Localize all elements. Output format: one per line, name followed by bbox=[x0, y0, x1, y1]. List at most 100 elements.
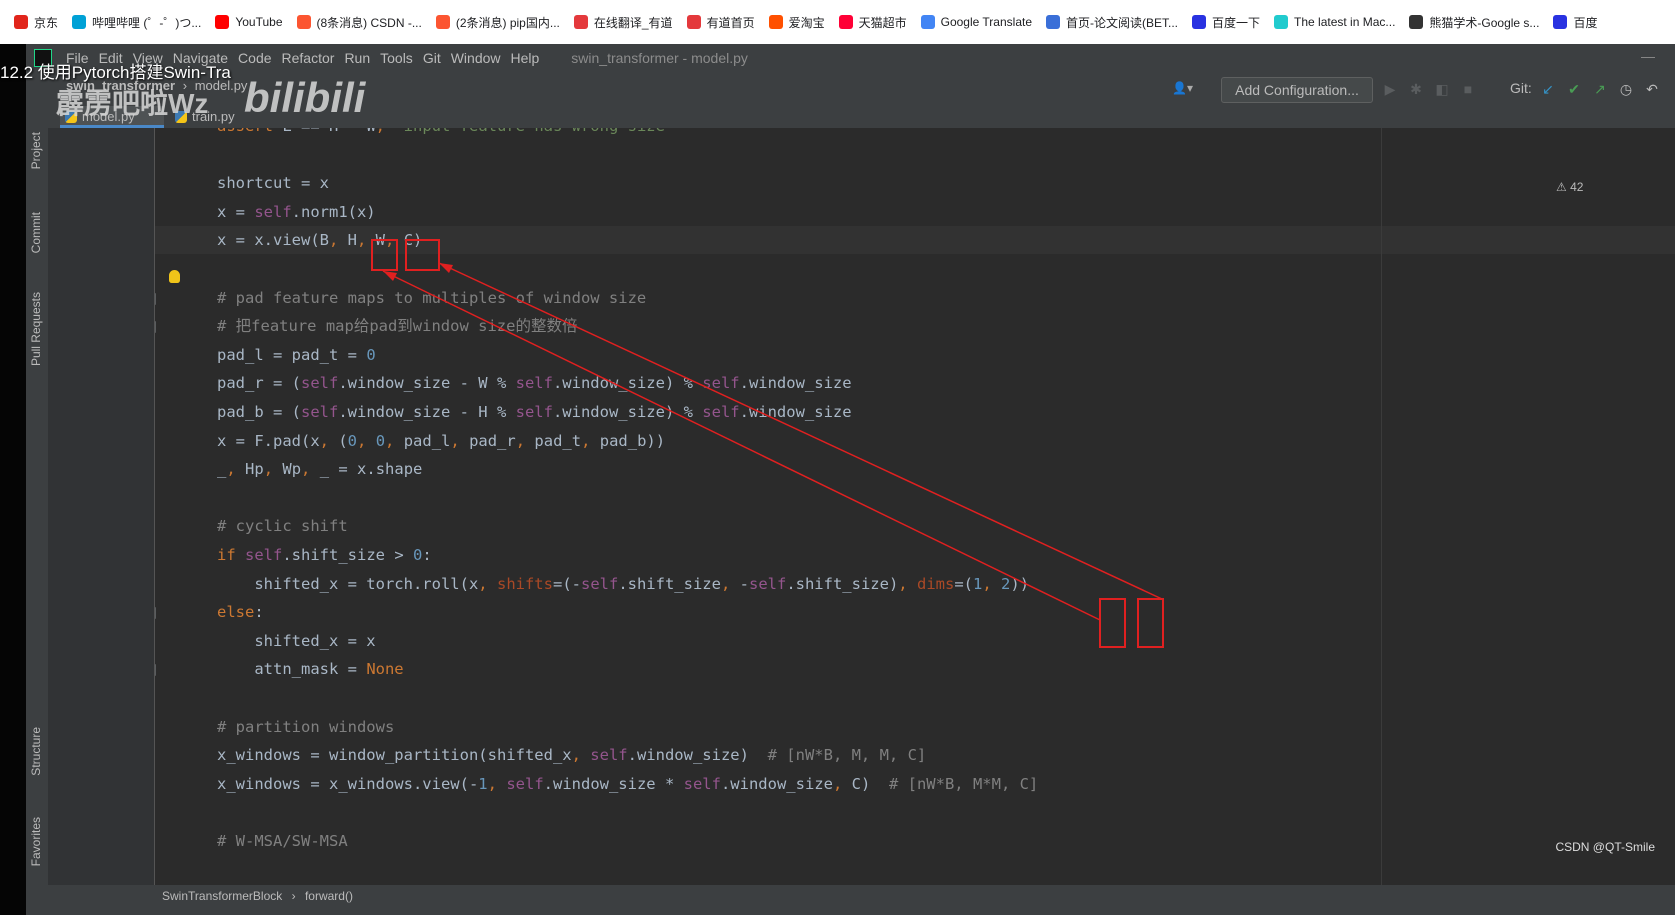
code-line[interactable]: 352# W-MSA/SW-MSA bbox=[155, 827, 1675, 855]
code-line[interactable]: 338x = F.pad(x, (0, 0, pad_l, pad_r, pad… bbox=[155, 427, 1675, 455]
code-line[interactable]: 351 bbox=[155, 798, 1675, 826]
fold-icon[interactable] bbox=[155, 664, 156, 677]
code-line[interactable]: 327assert L == H * W, "input feature has… bbox=[155, 128, 1675, 140]
bookmark-item[interactable]: 在线翻译_有道 bbox=[573, 14, 673, 31]
code-text[interactable]: x = F.pad(x, (0, 0, pad_l, pad_r, pad_t,… bbox=[217, 427, 665, 455]
code-text[interactable]: x = self.norm1(x) bbox=[217, 198, 376, 226]
code-line[interactable]: 339_, Hp, Wp, _ = x.shape bbox=[155, 455, 1675, 483]
code-text[interactable]: # partition windows bbox=[217, 713, 394, 741]
paper-icon bbox=[1046, 15, 1060, 29]
code-line[interactable]: 329shortcut = x bbox=[155, 169, 1675, 197]
menu-tools[interactable]: Tools bbox=[380, 50, 413, 66]
git-commit-icon[interactable]: ✔ bbox=[1566, 81, 1582, 97]
code-line[interactable]: 344else: bbox=[155, 598, 1675, 626]
code-text[interactable]: attn_mask = None bbox=[217, 655, 403, 683]
code-line[interactable]: 332 bbox=[155, 255, 1675, 283]
bookmark-item[interactable]: 百度 bbox=[1553, 14, 1597, 31]
code-text[interactable]: x_windows = window_partition(shifted_x, … bbox=[217, 741, 926, 769]
favorites-tool-button[interactable]: Favorites bbox=[29, 817, 43, 866]
code-line[interactable]: 349x_windows = window_partition(shifted_… bbox=[155, 741, 1675, 769]
code-text[interactable]: x_windows = x_windows.view(-1, self.wind… bbox=[217, 770, 1038, 798]
pull-requests-tool-button[interactable]: Pull Requests bbox=[29, 292, 43, 366]
git-push-icon[interactable]: ↗ bbox=[1592, 81, 1608, 97]
code-text[interactable]: pad_l = pad_t = 0 bbox=[217, 341, 376, 369]
code-text[interactable]: _, Hp, Wp, _ = x.shape bbox=[217, 455, 422, 483]
code-text[interactable]: shifted_x = x bbox=[217, 627, 375, 655]
history-icon[interactable]: ◷ bbox=[1618, 81, 1634, 97]
code-text[interactable]: else: bbox=[217, 598, 264, 626]
code-line[interactable]: 336pad_r = (self.window_size - W % self.… bbox=[155, 369, 1675, 397]
code-text[interactable]: assert L == H * W, "input feature has wr… bbox=[217, 128, 674, 140]
bookmark-item[interactable]: Google Translate bbox=[920, 15, 1032, 29]
code-line[interactable]: 350x_windows = x_windows.view(-1, self.w… bbox=[155, 770, 1675, 798]
rollback-icon[interactable]: ↶ bbox=[1644, 81, 1660, 97]
bookmark-item[interactable]: 天猫超市 bbox=[838, 14, 907, 31]
inspection-widget[interactable]: ⚠ 42 bbox=[1556, 180, 1583, 194]
crumb-class[interactable]: SwinTransformerBlock bbox=[162, 889, 282, 903]
run-icon[interactable]: ▶ bbox=[1382, 81, 1398, 97]
code-line[interactable]: 335pad_l = pad_t = 0 bbox=[155, 341, 1675, 369]
project-tool-button[interactable]: Project bbox=[29, 132, 43, 169]
code-line[interactable]: 333# pad feature maps to multiples of wi… bbox=[155, 284, 1675, 312]
code-text[interactable]: shifted_x = torch.roll(x, shifts=(-self.… bbox=[217, 570, 1029, 598]
bookmark-item[interactable]: YouTube bbox=[215, 15, 283, 29]
menu-window[interactable]: Window bbox=[451, 50, 501, 66]
debug-icon[interactable]: ✱ bbox=[1408, 81, 1424, 97]
structure-tool-button[interactable]: Structure bbox=[29, 727, 43, 776]
line-number-gutter bbox=[48, 128, 155, 885]
bookmark-label: 首页-论文阅读(BET... bbox=[1066, 15, 1179, 30]
code-line[interactable]: 342if self.shift_size > 0: bbox=[155, 541, 1675, 569]
bookmark-item[interactable]: (8条消息) CSDN -... bbox=[296, 14, 422, 31]
code-text[interactable]: # W-MSA/SW-MSA bbox=[217, 827, 348, 855]
coverage-icon[interactable]: ◧ bbox=[1434, 81, 1450, 97]
code-text[interactable]: if self.shift_size > 0: bbox=[217, 541, 432, 569]
code-line[interactable]: 341# cyclic shift bbox=[155, 512, 1675, 540]
editor-breadcrumb-bar: SwinTransformerBlock › forward() bbox=[48, 885, 1675, 915]
crumb-method[interactable]: forward() bbox=[305, 889, 353, 903]
code-line[interactable]: 330x = self.norm1(x) bbox=[155, 198, 1675, 226]
menu-help[interactable]: Help bbox=[511, 50, 540, 66]
bookmark-item[interactable]: 有道首页 bbox=[686, 14, 755, 31]
menu-refactor[interactable]: Refactor bbox=[282, 50, 335, 66]
bookmark-item[interactable]: 熊猫学术-Google s... bbox=[1409, 14, 1539, 31]
code-editor[interactable]: 327assert L == H * W, "input feature has… bbox=[155, 128, 1675, 885]
fold-icon[interactable] bbox=[155, 292, 156, 305]
code-line[interactable]: 348# partition windows bbox=[155, 713, 1675, 741]
code-text[interactable]: shortcut = x bbox=[217, 169, 329, 197]
code-line[interactable]: 340 bbox=[155, 484, 1675, 512]
code-line[interactable]: 331x = x.view(B, H, W, C) bbox=[155, 226, 1675, 255]
code-text[interactable]: # cyclic shift bbox=[217, 512, 348, 540]
menu-code[interactable]: Code bbox=[238, 50, 271, 66]
bookmark-item[interactable]: (2条消息) pip国内... bbox=[435, 14, 560, 31]
bookmark-item[interactable]: 哔哩哔哩 (゜-゜)つ... bbox=[72, 14, 201, 31]
commit-tool-button[interactable]: Commit bbox=[29, 212, 43, 253]
code-text[interactable]: pad_b = (self.window_size - H % self.win… bbox=[217, 398, 852, 426]
minimize-button[interactable]: — bbox=[1641, 48, 1655, 64]
fold-icon[interactable] bbox=[155, 321, 156, 334]
bookmarks-bar: 京东 哔哩哔哩 (゜-゜)つ... YouTube (8条消息) CSDN -... (… bbox=[0, 0, 1675, 45]
user-icon[interactable]: 👤▾ bbox=[1172, 81, 1200, 97]
code-line[interactable]: 334# 把feature map给pad到window size的整数倍 bbox=[155, 312, 1675, 340]
menu-git[interactable]: Git bbox=[423, 50, 441, 66]
code-line[interactable]: 328 bbox=[155, 141, 1675, 169]
stop-icon[interactable]: ■ bbox=[1460, 81, 1476, 97]
code-text[interactable]: # 把feature map给pad到window size的整数倍 bbox=[217, 312, 577, 340]
code-line[interactable]: 345 shifted_x = x bbox=[155, 627, 1675, 655]
code-line[interactable]: 346 attn_mask = None bbox=[155, 655, 1675, 683]
lightbulb-icon[interactable] bbox=[169, 270, 180, 283]
code-line[interactable]: 343 shifted_x = torch.roll(x, shifts=(-s… bbox=[155, 570, 1675, 598]
menu-run[interactable]: Run bbox=[344, 50, 370, 66]
code-line[interactable]: 337pad_b = (self.window_size - H % self.… bbox=[155, 398, 1675, 426]
code-text[interactable]: x = x.view(B, H, W, C) bbox=[217, 226, 422, 254]
bookmark-item[interactable]: 爱淘宝 bbox=[768, 14, 825, 31]
bookmark-item[interactable]: 京东 bbox=[14, 14, 58, 31]
bookmark-item[interactable]: The latest in Mac... bbox=[1274, 15, 1395, 29]
fold-icon[interactable] bbox=[155, 607, 156, 620]
code-text[interactable]: # pad feature maps to multiples of windo… bbox=[217, 284, 646, 312]
bookmark-item[interactable]: 首页-论文阅读(BET... bbox=[1046, 14, 1178, 31]
git-update-icon[interactable]: ↙ bbox=[1540, 81, 1556, 97]
bookmark-item[interactable]: 百度一下 bbox=[1192, 14, 1260, 31]
code-line[interactable]: 347 bbox=[155, 684, 1675, 712]
add-configuration-button[interactable]: Add Configuration... bbox=[1221, 77, 1373, 103]
code-text[interactable]: pad_r = (self.window_size - W % self.win… bbox=[217, 369, 852, 397]
